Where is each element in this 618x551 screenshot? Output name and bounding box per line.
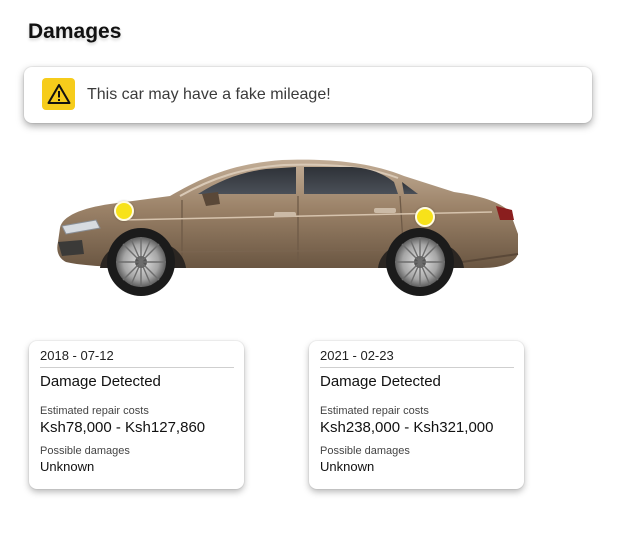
fake-mileage-alert: This car may have a fake mileage! (24, 67, 592, 123)
possible-damages-label: Possible damages (40, 445, 130, 457)
damage-date: 2018 - 07-12 (40, 348, 234, 368)
warning-icon (42, 78, 75, 110)
damage-status: Damage Detected (320, 373, 441, 390)
repair-cost-range: Ksh238,000 - Ksh321,000 (320, 419, 494, 436)
damage-marker-front[interactable] (114, 201, 134, 221)
damage-card: 2021 - 02-23 Damage Detected Estimated r… (309, 341, 524, 489)
damage-marker-rear[interactable] (415, 207, 435, 227)
alert-message: This car may have a fake mileage! (87, 86, 331, 103)
damage-date: 2021 - 02-23 (320, 348, 514, 368)
damage-card: 2018 - 07-12 Damage Detected Estimated r… (29, 341, 244, 489)
possible-damages-value: Unknown (320, 459, 375, 474)
possible-damages-label: Possible damages (320, 445, 410, 457)
possible-damages-value: Unknown (40, 459, 95, 474)
repair-cost-range: Ksh78,000 - Ksh127,860 (40, 419, 206, 436)
car-image (57, 159, 519, 296)
page-title: Damages (28, 20, 122, 43)
damage-status: Damage Detected (40, 373, 161, 390)
repair-cost-label: Estimated repair costs (40, 405, 149, 417)
repair-cost-label: Estimated repair costs (320, 405, 429, 417)
